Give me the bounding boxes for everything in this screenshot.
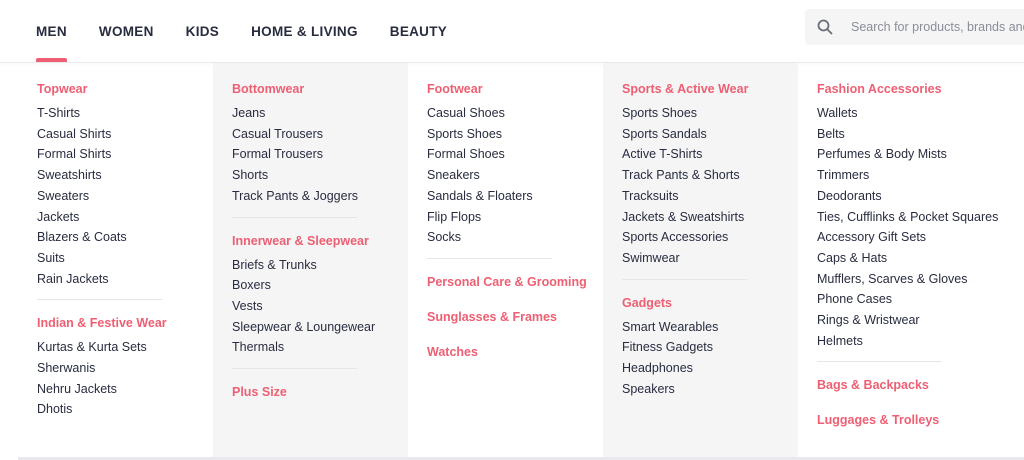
menu-item[interactable]: Sleepwear & Loungewear xyxy=(232,317,408,338)
menu-item[interactable]: Rings & Wristwear xyxy=(817,310,1024,331)
search-input[interactable] xyxy=(845,9,1024,45)
menu-item[interactable]: Speakers xyxy=(622,379,798,400)
menu-item[interactable]: Mufflers, Scarves & Gloves xyxy=(817,269,1024,290)
menu-item[interactable]: Ties, Cufflinks & Pocket Squares xyxy=(817,207,1024,228)
menu-item[interactable]: Sports Shoes xyxy=(427,124,603,145)
menu-item[interactable]: Casual Trousers xyxy=(232,124,408,145)
category-personal-care-grooming[interactable]: Personal Care & Grooming xyxy=(427,273,603,291)
category-bottomwear[interactable]: Bottomwear xyxy=(232,80,408,98)
menu-item[interactable]: Briefs & Trunks xyxy=(232,255,408,276)
menu-item[interactable]: Swimwear xyxy=(622,248,798,269)
menu-item[interactable]: Perfumes & Body Mists xyxy=(817,144,1024,165)
menu-item[interactable]: Sweatshirts xyxy=(37,165,213,186)
menu-item[interactable]: Formal Shirts xyxy=(37,144,213,165)
nav-men[interactable]: MEN xyxy=(20,0,83,62)
category-fashion-accessories[interactable]: Fashion Accessories xyxy=(817,80,1024,98)
menu-column-1: Topwear T-Shirts Casual Shirts Formal Sh… xyxy=(18,63,213,457)
menu-item[interactable]: Belts xyxy=(817,124,1024,145)
menu-item[interactable]: Casual Shoes xyxy=(427,103,603,124)
group-separator xyxy=(37,299,162,301)
menu-item[interactable]: Smart Wearables xyxy=(622,317,798,338)
menu-item[interactable]: Tracksuits xyxy=(622,186,798,207)
category-footwear[interactable]: Footwear xyxy=(427,80,603,98)
nav-women[interactable]: WOMEN xyxy=(83,0,170,62)
menu-item[interactable]: Headphones xyxy=(622,358,798,379)
category-sunglasses-frames[interactable]: Sunglasses & Frames xyxy=(427,308,603,326)
category-gadgets[interactable]: Gadgets xyxy=(622,294,798,312)
menu-item[interactable]: Accessory Gift Sets xyxy=(817,227,1024,248)
menu-item[interactable]: Sherwanis xyxy=(37,358,213,379)
category-plus-size[interactable]: Plus Size xyxy=(232,383,408,401)
menu-item[interactable]: Jackets xyxy=(37,207,213,228)
menu-item[interactable]: Rain Jackets xyxy=(37,269,213,290)
group-separator xyxy=(427,257,552,259)
category-luggages-trolleys[interactable]: Luggages & Trolleys xyxy=(817,411,1024,429)
group-separator xyxy=(622,278,747,280)
menu-item[interactable]: Jeans xyxy=(232,103,408,124)
menu-item[interactable]: Trimmers xyxy=(817,165,1024,186)
search-bar xyxy=(805,9,1024,45)
category-sports-active-wear[interactable]: Sports & Active Wear xyxy=(622,80,798,98)
menu-column-2: Bottomwear Jeans Casual Trousers Formal … xyxy=(213,63,408,457)
menu-item[interactable]: Thermals xyxy=(232,337,408,358)
menu-item[interactable]: Socks xyxy=(427,227,603,248)
menu-item[interactable]: Active T-Shirts xyxy=(622,144,798,165)
menu-item[interactable]: Sweaters xyxy=(37,186,213,207)
menu-item[interactable]: Caps & Hats xyxy=(817,248,1024,269)
menu-item[interactable]: Vests xyxy=(232,296,408,317)
group-separator xyxy=(232,368,357,370)
menu-item[interactable]: Sports Sandals xyxy=(622,124,798,145)
menu-item[interactable]: Nehru Jackets xyxy=(37,379,213,400)
menu-item[interactable]: Sandals & Floaters xyxy=(427,186,603,207)
menu-item[interactable]: Blazers & Coats xyxy=(37,227,213,248)
menu-item[interactable]: Sneakers xyxy=(427,165,603,186)
menu-item[interactable]: Sports Accessories xyxy=(622,227,798,248)
menu-item[interactable]: Fitness Gadgets xyxy=(622,337,798,358)
menu-item[interactable]: Dhotis xyxy=(37,399,213,420)
search-icon[interactable] xyxy=(805,9,845,45)
menu-item[interactable]: Boxers xyxy=(232,275,408,296)
group-separator xyxy=(232,216,357,218)
menu-column-3: Footwear Casual Shoes Sports Shoes Forma… xyxy=(408,63,603,457)
nav-kids[interactable]: KIDS xyxy=(170,0,235,62)
menu-item[interactable]: Wallets xyxy=(817,103,1024,124)
mega-menu-men: Topwear T-Shirts Casual Shirts Formal Sh… xyxy=(18,63,1024,457)
menu-item[interactable]: Casual Shirts xyxy=(37,124,213,145)
menu-item[interactable]: Helmets xyxy=(817,331,1024,352)
nav-beauty[interactable]: BEAUTY xyxy=(374,0,463,62)
menu-column-5: Fashion Accessories Wallets Belts Perfum… xyxy=(798,63,1024,457)
menu-item[interactable]: Sports Shoes xyxy=(622,103,798,124)
menu-item[interactable]: Track Pants & Shorts xyxy=(622,165,798,186)
menu-item[interactable]: Phone Cases xyxy=(817,289,1024,310)
group-separator xyxy=(817,361,942,363)
menu-item[interactable]: Flip Flops xyxy=(427,207,603,228)
menu-column-4: Sports & Active Wear Sports Shoes Sports… xyxy=(603,63,798,457)
category-indian-festive-wear[interactable]: Indian & Festive Wear xyxy=(37,314,213,332)
menu-item[interactable]: Formal Trousers xyxy=(232,144,408,165)
menu-item[interactable]: T-Shirts xyxy=(37,103,213,124)
category-watches[interactable]: Watches xyxy=(427,343,603,361)
top-navigation-bar: MEN WOMEN KIDS HOME & LIVING BEAUTY xyxy=(0,0,1024,62)
menu-item[interactable]: Formal Shoes xyxy=(427,144,603,165)
nav-home-living[interactable]: HOME & LIVING xyxy=(235,0,374,62)
menu-item[interactable]: Deodorants xyxy=(817,186,1024,207)
category-topwear[interactable]: Topwear xyxy=(37,80,213,98)
main-nav: MEN WOMEN KIDS HOME & LIVING BEAUTY xyxy=(20,0,463,62)
menu-item[interactable]: Jackets & Sweatshirts xyxy=(622,207,798,228)
menu-item[interactable]: Shorts xyxy=(232,165,408,186)
menu-item[interactable]: Kurtas & Kurta Sets xyxy=(37,337,213,358)
menu-item[interactable]: Track Pants & Joggers xyxy=(232,186,408,207)
menu-item[interactable]: Suits xyxy=(37,248,213,269)
category-bags-backpacks[interactable]: Bags & Backpacks xyxy=(817,376,1024,394)
category-innerwear-sleepwear[interactable]: Innerwear & Sleepwear xyxy=(232,232,408,250)
